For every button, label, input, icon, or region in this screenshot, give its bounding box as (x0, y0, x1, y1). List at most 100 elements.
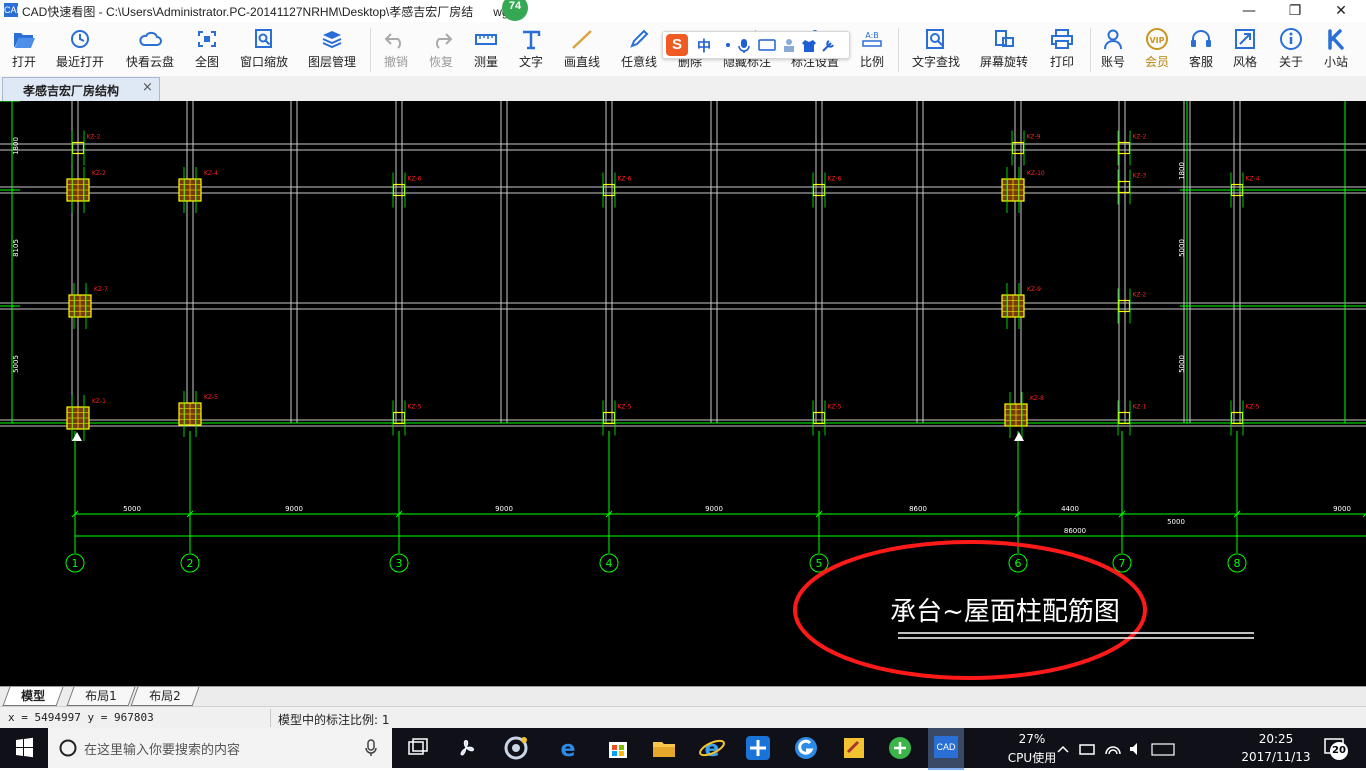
toolbar-separator (370, 28, 371, 72)
column-tag: KZ-2 (92, 170, 106, 177)
axis-bubble-label: 5 (816, 557, 823, 570)
redo-button[interactable]: 恢复 (423, 28, 459, 74)
scale-icon: A:B (862, 31, 882, 47)
scale-button[interactable]: A:B 比例 (854, 28, 890, 74)
close-tab-icon[interactable]: × (142, 80, 153, 95)
swirl-app-icon[interactable] (502, 734, 530, 762)
tab-layout2[interactable]: 布局2 (130, 687, 200, 706)
notes-app-icon[interactable] (840, 734, 868, 762)
dimension-label: 5000 (1178, 239, 1186, 257)
fullview-button[interactable]: 全图 (190, 28, 224, 74)
ie-icon[interactable]: e (698, 734, 726, 762)
window-zoom-button[interactable]: 窗口缩放 (236, 28, 292, 74)
recent-icon (71, 30, 89, 48)
drawing-canvas[interactable]: KZ-2 KZ-4 KZ-6 KZ-6 KZ-6 KZ-10 KZ-3 KZ-4 KZ-2 KZ-… (0, 101, 1366, 686)
line-button[interactable]: 画直线 (558, 28, 606, 74)
taskbar-search[interactable]: 在这里输入你要搜索的内容 (48, 728, 392, 768)
column-marker (1230, 411, 1244, 425)
close-button[interactable]: ✕ (1318, 0, 1364, 22)
span-label: 9000 (1333, 505, 1351, 513)
column-marker (392, 183, 406, 197)
account-button[interactable]: 账号 (1096, 28, 1130, 74)
text-button[interactable]: 文字 (513, 28, 549, 74)
rotate-button[interactable]: 屏幕旋转 (976, 28, 1032, 74)
sogou-logo-icon[interactable]: S (666, 34, 688, 56)
ime-toolbar[interactable]: S 中 (662, 31, 850, 59)
svg-text:e: e (561, 737, 576, 762)
wall-lines (0, 101, 1366, 427)
column-tag: KZ-5 (204, 394, 218, 401)
fullview-icon (198, 31, 216, 47)
column-tag: KZ-1 (1133, 404, 1147, 411)
vip-button[interactable]: VIP 会员 (1140, 28, 1174, 74)
taskbar: 在这里输入你要搜索的内容 e e CAD 27% CPU使用 20:25 201… (0, 728, 1366, 770)
zoom-window-icon (255, 29, 272, 48)
status-bar: x = 5494997 y = 967803 模型中的标注比例: 1 (0, 706, 1366, 729)
headset-icon (1191, 30, 1211, 47)
axis-bubble-label: 4 (606, 557, 613, 570)
task-view-icon[interactable] (404, 734, 432, 762)
service-button[interactable]: 客服 (1184, 28, 1218, 74)
column-tag: KZ-3 (1133, 173, 1147, 180)
notification-count: 20 (1330, 742, 1348, 760)
ime-mode-toggle[interactable]: 中 (697, 36, 711, 56)
open-button[interactable]: 打开 (4, 28, 44, 74)
microphone-icon[interactable] (364, 739, 378, 757)
teamviewer-icon[interactable] (744, 734, 772, 762)
column-marker (1117, 411, 1131, 425)
system-tray-icons[interactable] (1056, 740, 1176, 758)
clock-date[interactable]: 2017/11/13 (1240, 750, 1312, 764)
cad-drawing[interactable]: KZ-2 KZ-4 KZ-6 KZ-6 KZ-6 KZ-10 KZ-3 KZ-4 KZ-2 KZ-… (0, 101, 1366, 686)
file-explorer-icon[interactable] (650, 734, 678, 762)
column-marker (1117, 299, 1131, 313)
about-button[interactable]: 关于 (1274, 28, 1308, 74)
cloud-button[interactable]: 快看云盘 (122, 28, 178, 74)
span-label: 5000 (1167, 518, 1185, 526)
station-button[interactable]: 小站 (1318, 28, 1354, 74)
tab-model[interactable]: 模型 (2, 687, 64, 706)
search-text-icon (926, 29, 944, 49)
green-app-icon[interactable] (886, 734, 914, 762)
info-icon (1280, 28, 1302, 50)
cpu-percent: 27% (1018, 732, 1046, 746)
document-tab[interactable]: 孝感吉宏厂房结构 × (2, 77, 160, 101)
status-divider (270, 709, 271, 727)
pen-icon (630, 29, 649, 48)
window-title: CAD快速看图 - C:\Users\Administrator.PC-2014… (22, 5, 509, 19)
start-button[interactable] (0, 728, 48, 768)
fan-app-icon[interactable] (452, 734, 480, 762)
toolbar-separator (1090, 28, 1091, 72)
browser-app-icon[interactable] (792, 734, 820, 762)
column-tag: KZ-2 (87, 134, 101, 141)
edge-icon[interactable]: e (554, 734, 582, 762)
search-placeholder: 在这里输入你要搜索的内容 (84, 743, 241, 758)
title-bar: CAD CAD快速看图 - C:\Users\Administrator.PC-… (0, 0, 1366, 22)
style-icon (1235, 29, 1255, 49)
layout-tab-bar: 模型 布局1 布局2 (0, 686, 1366, 707)
undo-button[interactable]: 撤销 (378, 28, 414, 74)
freehand-button[interactable]: 任意线 (616, 28, 662, 74)
section-marker (72, 432, 82, 441)
folder-open-icon (14, 33, 35, 48)
print-button[interactable]: 打印 (1042, 28, 1082, 74)
axis-grid-lines (0, 101, 1366, 553)
maximize-button[interactable]: ❐ (1272, 0, 1318, 22)
recent-button[interactable]: 最近打开 (52, 28, 108, 74)
column-tag: KZ-9 (1027, 134, 1041, 141)
text-icon (523, 30, 541, 50)
axis-bubble-label: 8 (1234, 557, 1241, 570)
active-app-cad[interactable]: CAD (928, 728, 964, 770)
ime-tools-icon[interactable] (723, 37, 843, 53)
store-icon[interactable] (604, 734, 632, 762)
minimize-button[interactable]: — (1226, 0, 1272, 22)
layers-button[interactable]: 图层管理 (304, 28, 360, 74)
measure-button[interactable]: 测量 (468, 28, 504, 74)
style-button[interactable]: 风格 (1228, 28, 1262, 74)
column-markers: KZ-2 KZ-4 KZ-6 KZ-6 KZ-6 KZ-10 KZ-3 KZ-4 KZ-2 KZ-… (66, 130, 1260, 441)
column-marker (812, 411, 826, 425)
notification-badge[interactable]: 74 (502, 0, 528, 21)
column-tag: KZ-8 (1030, 395, 1044, 402)
tab-layout1[interactable]: 布局1 (66, 687, 136, 706)
text-search-button[interactable]: 文字查找 (906, 28, 966, 74)
clock-time[interactable]: 20:25 (1246, 732, 1306, 746)
